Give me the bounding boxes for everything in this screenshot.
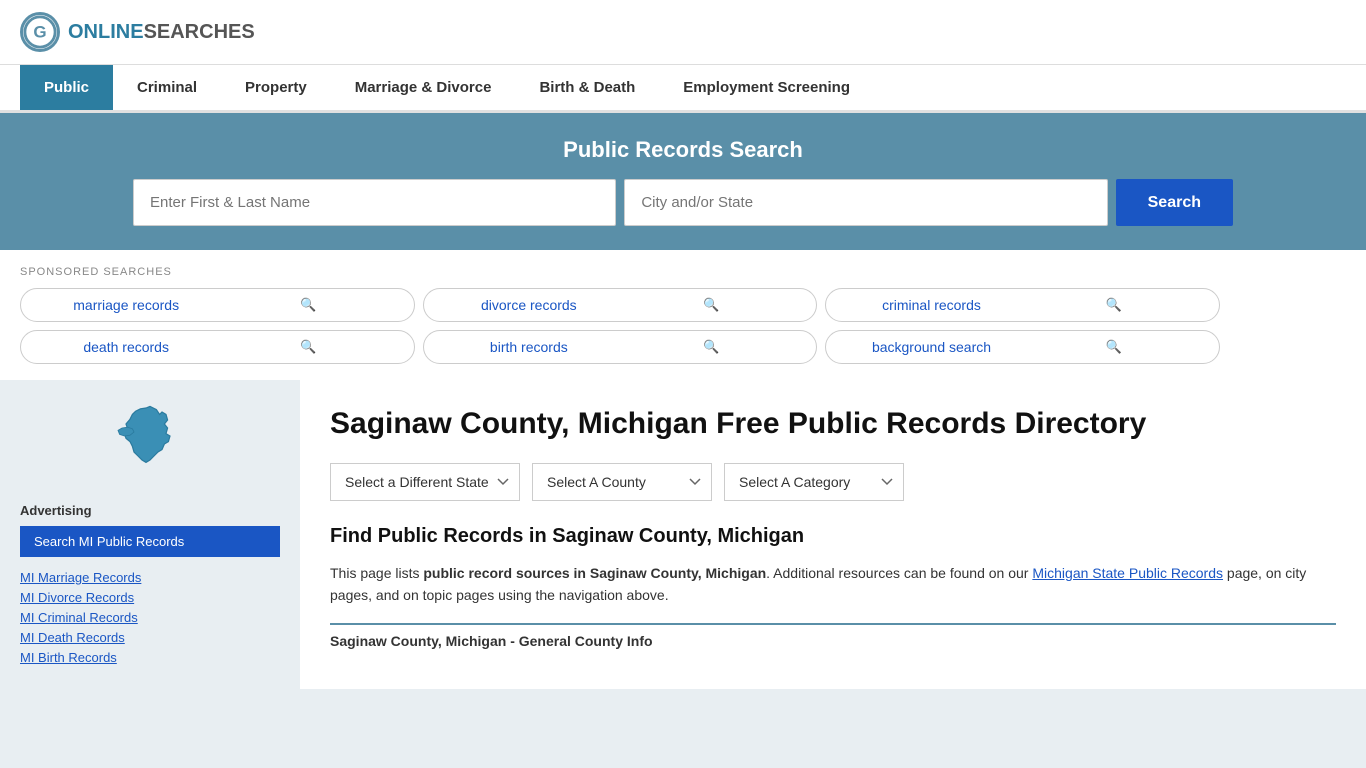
sponsored-section: SPONSORED SEARCHES marriage records 🔍 di… (0, 250, 1366, 380)
main-content: Advertising Search MI Public Records MI … (0, 380, 1366, 689)
nav-item-employment[interactable]: Employment Screening (659, 65, 874, 110)
nav-item-birth-death[interactable]: Birth & Death (515, 65, 659, 110)
search-icon: 🔍 (620, 297, 802, 313)
search-icon: 🔍 (1023, 339, 1205, 355)
sidebar-link-birth[interactable]: MI Birth Records (20, 649, 280, 665)
state-map (20, 400, 280, 483)
find-text: This page lists public record sources in… (330, 562, 1336, 607)
dropdowns: Select a Different State Select A County… (330, 463, 1336, 501)
sidebar: Advertising Search MI Public Records MI … (0, 380, 300, 689)
find-title: Find Public Records in Saginaw County, M… (330, 525, 1336, 548)
search-pills: marriage records 🔍 divorce records 🔍 cri… (20, 288, 1220, 364)
sidebar-link-death[interactable]: MI Death Records (20, 629, 280, 645)
pill-marriage-records[interactable]: marriage records 🔍 (20, 288, 415, 322)
content-area: Saginaw County, Michigan Free Public Rec… (300, 380, 1366, 689)
search-form: Search (133, 179, 1233, 226)
michigan-state-link[interactable]: Michigan State Public Records (1032, 565, 1223, 581)
search-banner: Public Records Search Search (0, 113, 1366, 250)
site-header: G ONLINESEARCHES (0, 0, 1366, 65)
svg-text:G: G (33, 23, 46, 42)
search-icon: 🔍 (217, 339, 399, 355)
page-title: Saginaw County, Michigan Free Public Rec… (330, 404, 1336, 443)
pill-birth-records[interactable]: birth records 🔍 (423, 330, 818, 364)
logo-text: ONLINESEARCHES (68, 21, 255, 44)
sidebar-links: MI Marriage Records MI Divorce Records M… (20, 569, 280, 665)
category-dropdown[interactable]: Select A Category (724, 463, 904, 501)
location-input[interactable] (624, 179, 1107, 226)
pill-divorce-records[interactable]: divorce records 🔍 (423, 288, 818, 322)
state-dropdown[interactable]: Select a Different State (330, 463, 520, 501)
search-button[interactable]: Search (1116, 179, 1233, 226)
sidebar-link-divorce[interactable]: MI Divorce Records (20, 589, 280, 605)
sidebar-link-criminal[interactable]: MI Criminal Records (20, 609, 280, 625)
ad-label: Advertising (20, 503, 280, 518)
nav-item-criminal[interactable]: Criminal (113, 65, 221, 110)
name-input[interactable] (133, 179, 616, 226)
banner-title: Public Records Search (40, 137, 1326, 163)
county-dropdown[interactable]: Select A County (532, 463, 712, 501)
logo-icon: G (20, 12, 60, 52)
pill-criminal-records[interactable]: criminal records 🔍 (825, 288, 1220, 322)
search-icon: 🔍 (217, 297, 399, 313)
county-info-bar: Saginaw County, Michigan - General Count… (330, 623, 1336, 649)
search-icon: 🔍 (620, 339, 802, 355)
search-mi-button[interactable]: Search MI Public Records (20, 526, 280, 557)
nav-item-property[interactable]: Property (221, 65, 331, 110)
search-icon: 🔍 (1023, 297, 1205, 313)
nav-item-marriage-divorce[interactable]: Marriage & Divorce (331, 65, 516, 110)
sidebar-link-marriage[interactable]: MI Marriage Records (20, 569, 280, 585)
site-logo[interactable]: G ONLINESEARCHES (20, 12, 255, 52)
pill-death-records[interactable]: death records 🔍 (20, 330, 415, 364)
nav-item-public[interactable]: Public (20, 65, 113, 110)
pill-background-search[interactable]: background search 🔍 (825, 330, 1220, 364)
sponsored-label: SPONSORED SEARCHES (20, 266, 1346, 278)
main-nav: Public Criminal Property Marriage & Divo… (0, 65, 1366, 113)
